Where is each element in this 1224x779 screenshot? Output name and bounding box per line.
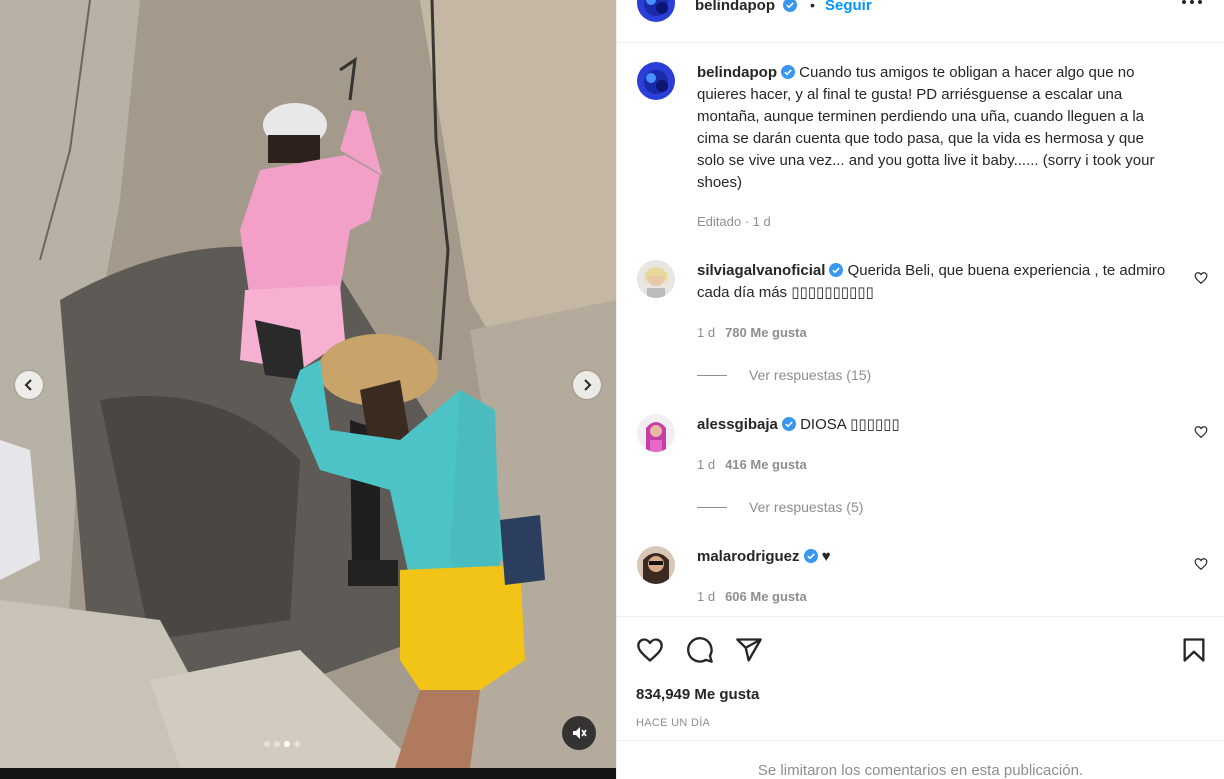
verified-icon [803, 549, 818, 563]
mute-icon [573, 727, 587, 739]
comment-icon[interactable] [686, 636, 714, 664]
comment-avatar[interactable] [637, 260, 675, 298]
post-details-panel: belindapop • Seguir belindapop Cuando tu… [617, 0, 1224, 779]
carousel-dot [294, 741, 300, 747]
comment-username[interactable]: malarodriguez [697, 548, 800, 565]
verified-icon [781, 417, 796, 431]
post-photo [0, 0, 616, 768]
carousel-dots [264, 741, 300, 747]
comment-meta: 1 d 780 Me gusta [697, 325, 807, 340]
post-media[interactable] [0, 0, 616, 779]
verified-icon [781, 65, 795, 79]
like-comment-heart-icon[interactable] [1194, 271, 1208, 285]
comment-text: malarodriguez ♥ [697, 546, 1167, 568]
verified-icon [829, 263, 844, 277]
follow-button[interactable]: Seguir [825, 0, 872, 14]
next-photo-button[interactable] [573, 371, 601, 399]
comment-username[interactable]: alessgibaja [697, 416, 778, 433]
view-replies-label[interactable]: Ver respuestas (5) [749, 499, 863, 515]
comment-meta: 1 d 606 Me gusta [697, 589, 807, 604]
like-comment-heart-icon[interactable] [1194, 557, 1208, 571]
caption-body: Cuando tus amigos te obligan a hacer alg… [697, 64, 1155, 191]
comment-body: ♥ [821, 548, 831, 565]
comment-likes[interactable]: 606 Me gusta [725, 589, 807, 604]
comment-time: 1 d [697, 457, 716, 472]
more-options-icon[interactable] [1179, 0, 1205, 12]
likes-count[interactable]: 834,949 Me gusta [636, 686, 759, 703]
comment-avatar[interactable] [637, 546, 675, 584]
view-replies-button[interactable]: Ver respuestas (5) [697, 499, 863, 515]
comment-likes[interactable]: 780 Me gusta [725, 325, 807, 340]
caption-username[interactable]: belindapop [697, 64, 777, 81]
post-time[interactable]: HACE UN DÍA [636, 717, 710, 729]
chevron-right-icon [584, 379, 592, 391]
caption-author-avatar[interactable] [637, 62, 675, 100]
share-icon[interactable] [735, 636, 763, 664]
comment-username[interactable]: silviagalvanoficial [697, 262, 825, 279]
carousel-dot [274, 741, 280, 747]
view-replies-label[interactable]: Ver respuestas (15) [749, 367, 871, 383]
limit-divider [617, 740, 1224, 741]
author-avatar[interactable] [637, 0, 675, 22]
media-bottom-bar [0, 768, 616, 779]
author-username[interactable]: belindapop [695, 0, 798, 14]
replies-line [697, 506, 727, 508]
replies-line [697, 374, 727, 376]
comment-text: silviagalvanoficial Querida Beli, que bu… [697, 260, 1167, 304]
comment-time: 1 d [697, 589, 716, 604]
comment-body: DIOSA ▯▯▯▯▯▯ [800, 416, 900, 433]
header-separator: • [810, 0, 815, 13]
chevron-left-icon [24, 379, 32, 391]
mute-button[interactable] [562, 716, 596, 750]
comment-likes[interactable]: 416 Me gusta [725, 457, 807, 472]
comment-avatar[interactable] [637, 414, 675, 452]
bookmark-icon[interactable] [1180, 636, 1208, 664]
verified-icon [783, 0, 798, 12]
caption-meta: Editado · 1 d [697, 214, 771, 229]
like-comment-heart-icon[interactable] [1194, 425, 1208, 439]
carousel-dot-active [284, 741, 290, 747]
comments-limited-note: Se limitaron los comentarios en esta pub… [757, 762, 1084, 779]
actions-divider [617, 616, 1224, 617]
comments-list[interactable]: belindapop Cuando tus amigos te obligan … [617, 43, 1224, 616]
carousel-dot [264, 741, 270, 747]
comment-text: alessgibaja DIOSA ▯▯▯▯▯▯ [697, 414, 1167, 436]
comment-meta: 1 d 416 Me gusta [697, 457, 807, 472]
caption-text: belindapop Cuando tus amigos te obligan … [697, 62, 1167, 194]
heart-icon[interactable] [636, 636, 664, 664]
view-replies-button[interactable]: Ver respuestas (15) [697, 367, 871, 383]
previous-photo-button[interactable] [15, 371, 43, 399]
post-header: belindapop • Seguir [617, 0, 1224, 43]
comment-time: 1 d [697, 325, 716, 340]
